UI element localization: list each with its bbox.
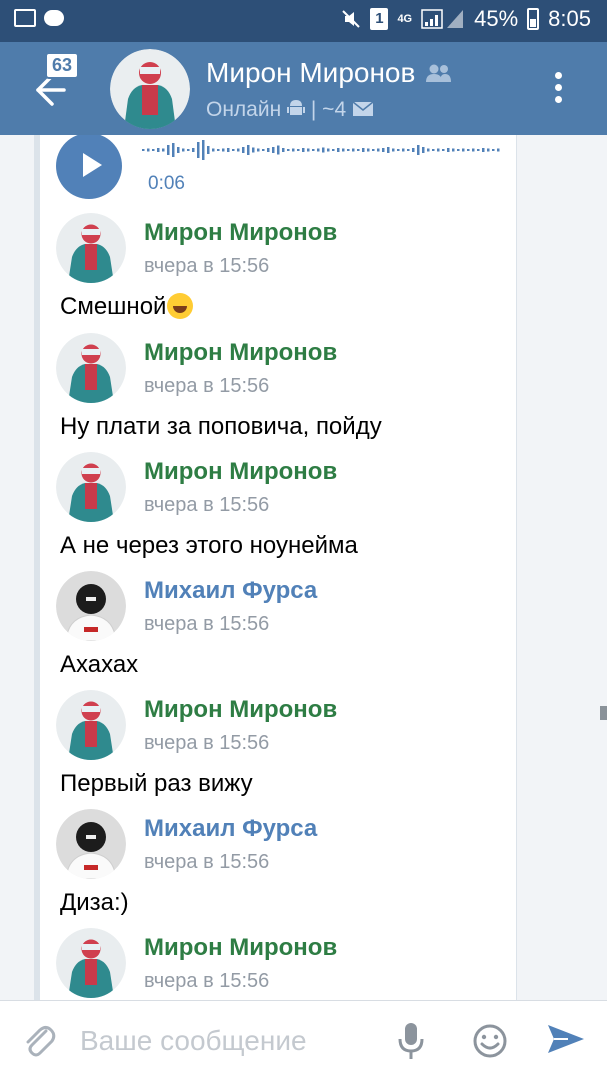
attach-icon[interactable] — [20, 1021, 56, 1057]
message-author[interactable]: Мирон Миронов — [144, 458, 337, 486]
message-author[interactable]: Мирон Миронов — [144, 339, 337, 367]
status-bar: 1 4G 45% 8:05 — [0, 0, 607, 42]
avatar[interactable] — [56, 333, 126, 403]
message-author[interactable]: Мирон Миронов — [144, 696, 337, 724]
chat-icon — [44, 10, 64, 26]
avatar[interactable] — [56, 690, 126, 760]
message-input[interactable]: Ваше сообщение — [80, 1025, 307, 1057]
more-icon[interactable] — [555, 72, 565, 108]
avatar[interactable] — [56, 809, 126, 879]
message-time: вчера в 15:56 — [144, 851, 270, 873]
unread-count-badge: 63 — [45, 52, 80, 79]
signal-icon — [421, 9, 464, 29]
smile-icon[interactable] — [472, 1023, 508, 1059]
message-text: Смешной — [60, 293, 194, 321]
message-item[interactable]: Мирон Миронов вчера в 15:56 Смешной — [50, 213, 510, 323]
message-author[interactable]: Мирон Миронов — [144, 219, 337, 247]
waveform[interactable] — [142, 135, 502, 165]
message-time: вчера в 15:56 — [144, 494, 270, 516]
message-item[interactable]: Михаил Фурса вчера в 15:56 Диза:) — [50, 809, 510, 919]
battery-percent: 45% — [474, 6, 519, 31]
contact-status: Онлайн | ~4 — [206, 98, 374, 122]
message-time: вчера в 15:56 — [144, 970, 270, 992]
chat-header: 63 Мирон Миронов Онлайн | ~4 — [0, 42, 607, 135]
contact-name: Мирон Миронов — [206, 57, 453, 89]
gallery-icon — [14, 9, 36, 27]
composer: Ваше сообщение — [0, 1000, 607, 1081]
avatar[interactable] — [110, 49, 190, 129]
message-time: вчера в 15:56 — [144, 375, 270, 397]
message-text: Диза:) — [60, 889, 129, 916]
message-text: Ну плати за поповича, пойду — [60, 413, 382, 440]
avatar[interactable] — [56, 928, 126, 998]
message-author[interactable]: Михаил Фурса — [144, 815, 317, 843]
mail-icon — [352, 101, 374, 116]
battery-icon — [527, 8, 540, 30]
message-time: вчера в 15:56 — [144, 613, 270, 635]
message-time: вчера в 15:56 — [144, 255, 270, 277]
play-icon[interactable] — [56, 135, 122, 199]
friends-icon — [426, 64, 452, 82]
message-text: Первый раз вижу — [60, 770, 253, 797]
message-author[interactable]: Мирон Миронов — [144, 934, 337, 962]
message-item[interactable]: Мирон Миронов вчера в 15:56 А не через это… — [50, 452, 510, 562]
mute-icon — [342, 10, 361, 28]
avatar[interactable] — [56, 452, 126, 522]
audio-message: 0:06 — [50, 135, 510, 200]
scrollbar[interactable] — [600, 706, 607, 720]
avatar[interactable] — [56, 571, 126, 641]
message-text: Ахахах — [60, 651, 139, 678]
message-item[interactable]: Мирон Миронов вчера в 15:56 — [50, 928, 510, 1000]
clock: 8:05 — [548, 6, 591, 31]
message-item[interactable]: Мирон Миронов вчера в 15:56 Первый раз виж… — [50, 690, 510, 800]
send-icon[interactable] — [546, 1021, 586, 1057]
android-icon — [287, 100, 306, 115]
sim-indicator: 1 — [370, 8, 389, 30]
avatar[interactable] — [56, 213, 126, 283]
mic-icon[interactable] — [396, 1021, 426, 1061]
message-time: вчера в 15:56 — [144, 732, 270, 754]
laughing-emoji-icon — [167, 293, 194, 319]
message-list[interactable]: 0:06 Мирон Миронов вчера в 15:56 Смешной Ми… — [34, 135, 517, 1000]
network-type: 4G — [397, 13, 413, 25]
message-text: А не через этого ноунейма — [60, 532, 358, 559]
audio-duration: 0:06 — [148, 173, 185, 194]
message-item[interactable]: Мирон Миронов вчера в 15:56 Ну плати за по… — [50, 333, 510, 443]
message-author[interactable]: Михаил Фурса — [144, 577, 317, 605]
message-item[interactable]: Михаил Фурса вчера в 15:56 Ахахах — [50, 571, 510, 681]
